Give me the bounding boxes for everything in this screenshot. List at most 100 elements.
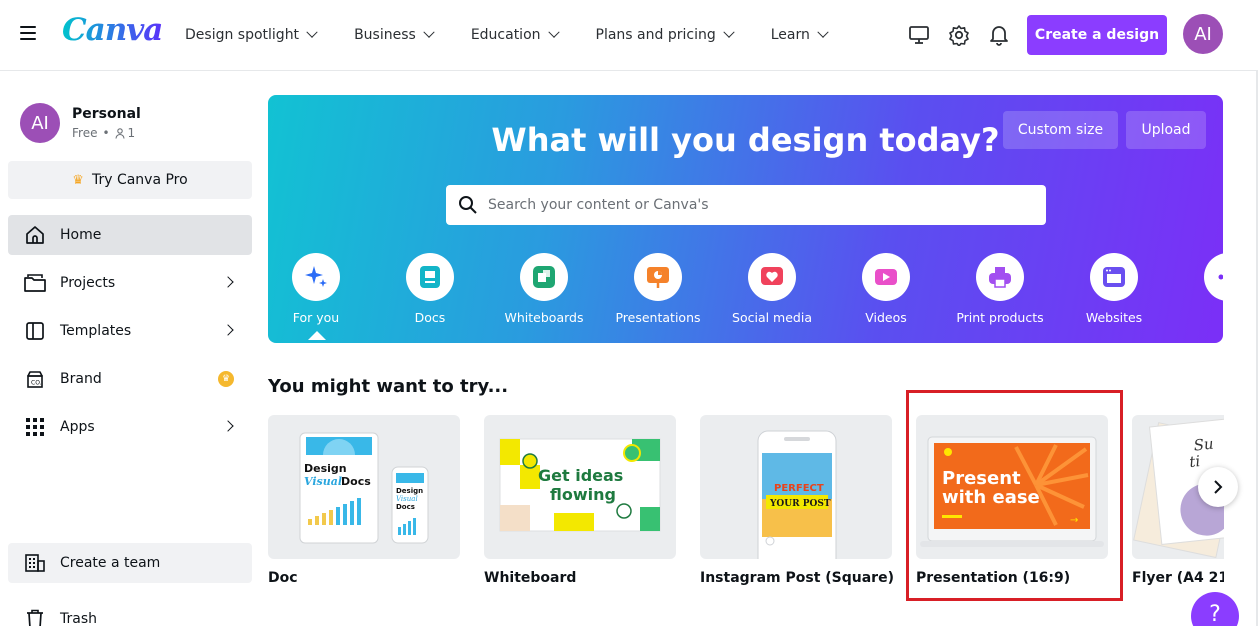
category-label: Whiteboards [504,310,584,325]
try-canva-pro-button[interactable]: ♛ Try Canva Pro [8,161,252,199]
sidebar-item-projects[interactable]: Projects [8,263,252,303]
menu-icon[interactable] [20,26,36,42]
search-input[interactable] [488,197,1028,213]
category-docs[interactable]: Docs [375,253,485,325]
hero-banner: What will you design today? Custom size … [268,95,1223,343]
suggestion-card-whiteboard[interactable]: Get ideas flowing Whiteboard [484,415,676,586]
account-name: Personal [72,106,141,122]
sidebar-item-home[interactable]: Home [8,215,252,255]
canva-logo[interactable]: Canva [62,12,163,48]
account-avatar: AI [20,103,60,143]
category-for-you[interactable]: For you [268,253,371,325]
separator-dot: • [102,126,110,140]
folder-icon [24,272,46,294]
nav-learn[interactable]: Learn [770,26,829,43]
apps-grid-icon [24,416,46,438]
gear-icon[interactable] [946,22,972,48]
category-label: Videos [865,310,907,325]
crown-badge-icon: ♛ [218,371,234,387]
nav-plans-pricing[interactable]: Plans and pricing [596,26,735,43]
svg-text:PERFECT: PERFECT [774,483,824,494]
category-label: Presentations [615,310,701,325]
create-team-button[interactable]: Create a team [8,543,252,583]
doc-icon [406,253,454,301]
chevron-down-icon [547,26,560,38]
nav-business[interactable]: Business [354,26,435,43]
category-social-media[interactable]: Social media [717,253,827,325]
svg-text:Docs: Docs [396,503,415,511]
category-more[interactable]: M [1173,253,1223,325]
category-label: Social media [732,310,812,325]
sidebar-item-templates[interactable]: Templates [8,311,252,351]
help-button[interactable]: ? [1191,592,1239,626]
doc-thumbnail: Design Visual Docs Design Visual Docs [268,415,460,559]
sidebar-item-label: Brand [60,371,102,387]
card-label: Instagram Post (Square) [700,570,894,586]
search-bar [446,185,1046,225]
card-label: Doc [268,570,298,586]
chevron-right-icon [1214,480,1223,494]
more-icon [1204,253,1223,301]
suggestion-card-doc[interactable]: Design Visual Docs Design Visual Docs Do… [268,415,460,586]
sidebar-item-trash[interactable]: Trash [8,599,252,626]
video-icon [862,253,910,301]
whiteboard-icon [520,253,568,301]
suggestion-card-presentation[interactable]: Present with ease → Presentation (16:9) [916,415,1108,586]
avatar[interactable]: AI [1183,14,1223,54]
carousel-next-button[interactable] [1198,467,1238,507]
sidebar-item-brand[interactable]: CO. Brand ♛ [8,359,252,399]
account-switcher[interactable]: AI Personal Free • 1 [20,103,141,143]
category-label: M [1173,310,1224,325]
svg-text:Docs: Docs [341,475,371,488]
printer-icon [976,253,1024,301]
category-row: For you Docs Whiteboards Presentations S… [268,253,1223,340]
desktop-icon[interactable] [906,22,932,48]
chevron-down-icon [723,26,735,38]
category-label: Print products [956,310,1044,325]
home-icon [24,224,46,246]
account-meta: Free • 1 [72,126,141,140]
category-label: For you [292,310,340,325]
category-videos[interactable]: Videos [831,253,941,325]
building-icon [24,552,46,574]
top-bar: Canva Design spotlight Business Educatio… [0,0,1258,71]
sidebar-item-label: Trash [60,611,97,626]
sidebar-item-label: Apps [60,419,95,435]
nav-label: Learn [770,27,810,43]
category-websites[interactable]: Websites [1059,253,1169,325]
category-presentations[interactable]: Presentations [603,253,713,325]
upload-button[interactable]: Upload [1126,111,1206,149]
svg-text:→: → [1070,515,1078,526]
category-whiteboards[interactable]: Whiteboards [489,253,599,325]
chevron-down-icon [423,26,435,38]
create-team-label: Create a team [60,555,161,571]
category-print-products[interactable]: Print products [945,253,1055,325]
search-icon [459,196,477,214]
custom-size-button[interactable]: Custom size [1003,111,1118,149]
nav-label: Business [354,27,416,43]
card-label: Flyer (A4 21 × [1132,570,1224,586]
instagram-post-thumbnail: PERFECT YOUR POST [700,415,892,559]
selected-indicator [308,331,326,340]
svg-text:Present: Present [942,468,1021,489]
top-icons [906,22,1026,48]
nav-design-spotlight[interactable]: Design spotlight [185,26,318,43]
sidebar-item-label: Home [60,227,102,243]
create-design-button[interactable]: Create a design [1027,15,1167,55]
sparkle-icon [292,253,340,301]
nav-education[interactable]: Education [471,26,560,43]
sidebar-item-apps[interactable]: Apps [8,407,252,447]
suggestion-card-instagram-post[interactable]: PERFECT YOUR POST Instagram Post (Square… [700,415,894,586]
sidebar: AI Personal Free • 1 ♛ Try Canva Pro Hom… [0,71,260,626]
category-label: Docs [414,310,446,325]
sidebar-item-label: Projects [60,275,116,291]
svg-text:Design: Design [396,487,423,495]
person-icon [114,127,125,139]
try-pro-label: Try Canva Pro [91,172,188,188]
chevron-down-icon [817,26,829,38]
svg-text:Visual: Visual [396,495,418,503]
chevron-right-icon [222,420,234,432]
bell-icon[interactable] [986,22,1012,48]
svg-text:Visual: Visual [304,475,342,488]
account-plan: Free [72,126,98,140]
